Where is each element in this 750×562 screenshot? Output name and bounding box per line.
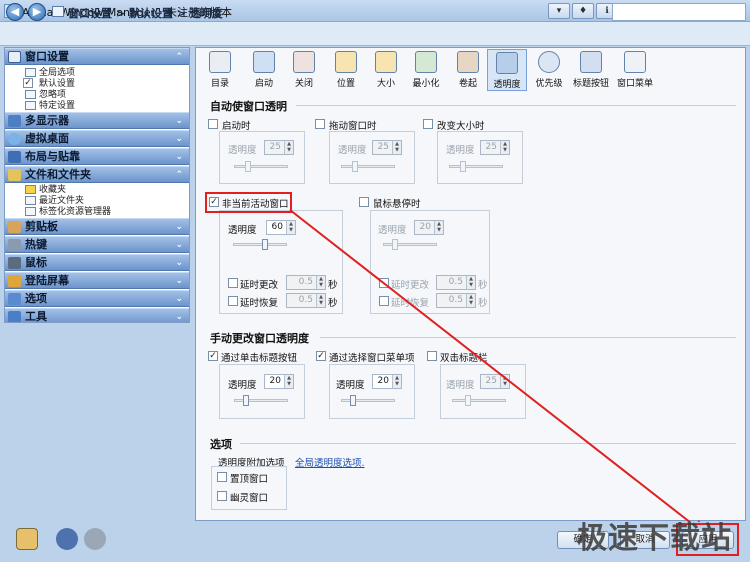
watermark: 极速下载站 — [577, 521, 732, 556]
help-icon[interactable] — [16, 528, 38, 550]
redo-icon[interactable] — [84, 528, 106, 550]
undo-icon[interactable] — [56, 528, 78, 550]
annotation-arrow — [289, 209, 708, 537]
